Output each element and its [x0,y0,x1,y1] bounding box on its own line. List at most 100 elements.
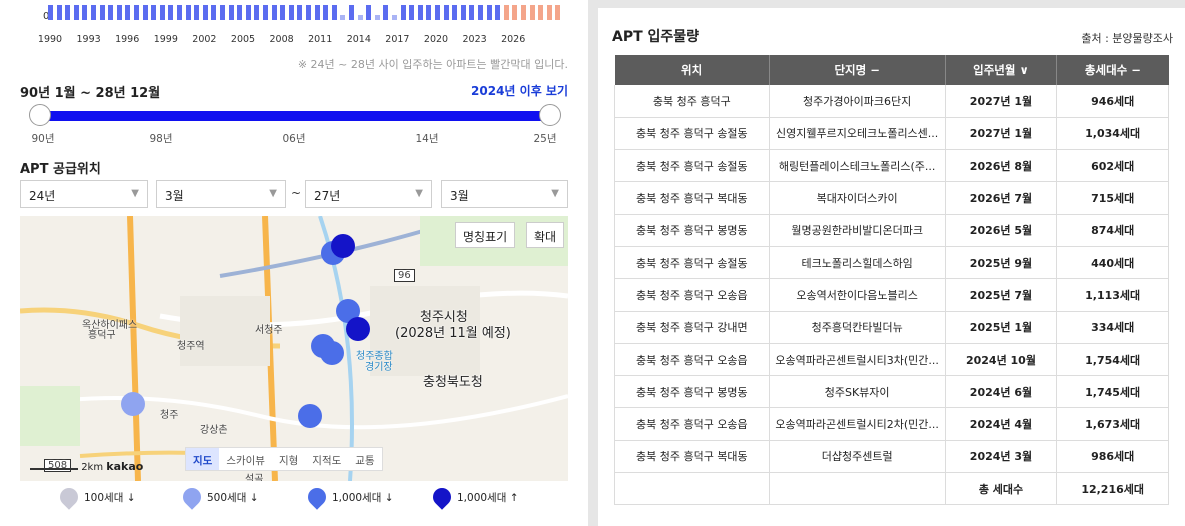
chart-bar [417,5,423,20]
right-panel: APT 입주물량 출처 : 분양물량조사 위치 단지명 − 입주년월 ∨ 총세대… [598,8,1185,526]
chart-bar [546,5,552,20]
legend-item: 1,000세대 ↑ [429,484,519,510]
chart-bar [331,5,337,20]
chart-tick-label: 1990 [37,34,63,45]
cell-location: 충북 청주 흥덕구 복대동 [614,181,770,215]
map-label-gangseo: 강상촌 [200,425,228,436]
cell-location: 충북 청주 흥덕구 송절동 [614,149,770,183]
cell-complex: 월명공원한라비발디온더파크 [769,214,946,247]
supply-location-title: APT 공급위치 [20,162,101,177]
map-type-traffic[interactable]: 교통 [348,448,381,470]
from-month-value: 3월 [165,189,184,203]
map-background [20,216,568,481]
cell-location: 충북 청주 흥덕구 복대동 [614,440,770,474]
cell-complex: 신영지웰푸르지오테크노폴리스센... [769,117,946,151]
slider-label: 06년 [282,133,306,145]
col-location[interactable]: 위치 [614,55,770,85]
table-row[interactable]: 충북 청주 흥덕구 복대동 복대자이더스카이 2026년 7월 715세대 [614,181,1169,215]
col-move-in[interactable]: 입주년월 ∨ [945,55,1058,85]
map-type-cadastral[interactable]: 지적도 [305,448,348,470]
cell-location: 충북 청주 흥덕구 봉명동 [614,375,770,409]
pin-icon [304,484,330,510]
apt-table: 위치 단지명 − 입주년월 ∨ 총세대수 − 충북 청주 흥덕구 청주가경아이파크… [614,55,1169,506]
scale-bar [30,464,78,470]
cell-households: 986세대 [1056,440,1169,474]
cell-households: 1,673세대 [1056,407,1169,441]
toggle-names-button[interactable]: 명칭표기 [455,222,516,248]
to-year-select[interactable]: 27년 ▼ [305,180,432,208]
cell-complex: 오송역서한이다음노블리스 [769,278,946,312]
chart-bar [134,5,139,20]
cell-households: 1,754세대 [1056,343,1169,377]
table-row[interactable]: 충북 청주 흥덕구 오송읍 오송역서한이다음노블리스 2025년 7월 1,113세대 [614,278,1169,312]
chart-bar [374,15,380,20]
chart-bar [202,5,208,20]
chart-bar [254,5,260,20]
apt-title: APT 입주물량 [612,29,700,45]
cell-move-in: 2024년 3월 [945,440,1058,474]
table-row[interactable]: 충북 청주 흥덕구 송절동 해링턴플레이스테크노폴리스(주... 2026년 8월 6… [614,149,1169,183]
table-row[interactable]: 충북 청주 흥덕구 오송읍 오송역파라곤센트럴시티2차(민간... 2024년 4월… [614,407,1169,441]
zoom-in-button[interactable]: 확대 [526,222,565,248]
map-type-skyview[interactable]: 스카이뷰 [219,448,272,470]
map-label-stadium2: 경기장 [365,362,393,373]
chart-bar [245,5,251,20]
view-after-2024-link[interactable]: 2024년 이후 보기 [471,82,568,99]
chart-bar [159,5,165,20]
cell-complex: 테크노폴리스힐데스하임 [769,246,946,280]
chart-bar [237,5,243,20]
chart-bar [151,5,157,20]
col-complex[interactable]: 단지명 − [769,55,946,85]
period-slider-track[interactable] [40,111,550,121]
chart-tick-label: 2023 [462,34,487,45]
table-row[interactable]: 충북 청주 흥덕구 봉명동 월명공원한라비발디온더파크 2026년 5월 874세대 [614,214,1169,247]
chart-bar [486,5,492,20]
slider-end-handle[interactable] [539,104,561,126]
map-view[interactable]: 청주시청 (2028년 11월 예정) 충청북도청 청주역 옥산하이패스 흥덕구… [20,216,568,481]
chart-bar [280,5,286,20]
chart-bar [194,5,200,20]
map-type-terrain[interactable]: 지형 [272,448,305,470]
slider-start-handle[interactable] [29,104,51,126]
map-scale: 2km kakao [30,460,143,473]
cell-move-in: 2026년 7월 [945,181,1058,215]
table-row[interactable]: 충북 청주 흥덕구 송절동 신영지웰푸르지오테크노폴리스센... 2027년 1월 1… [614,117,1169,151]
cell-households: 1,034세대 [1056,117,1169,151]
legend-label: 500세대 ↓ [207,491,259,504]
table-row[interactable]: 충북 청주 흥덕구 강내면 청주흥덕칸타빌더뉴 2025년 1월 334세대 [614,311,1169,344]
cell-empty [769,472,946,506]
cell-location: 충북 청주 흥덕구 강내면 [614,311,770,344]
chart-bar [185,5,191,20]
chart-bar [271,5,277,20]
from-month-select[interactable]: 3월 ▼ [156,180,286,208]
chevron-down-icon: ▼ [269,188,277,199]
col-households[interactable]: 총세대수 − [1056,55,1169,85]
legend-item: 100세대 ↓ [56,484,136,510]
total-label: 총 세대수 [945,472,1058,506]
legend-item: 1,000세대 ↓ [304,484,394,510]
map-label-province: 충청북도청 [423,375,483,390]
to-month-value: 3월 [450,189,469,203]
chart-bar [65,5,71,20]
chart-bar [383,5,389,20]
map-type-map[interactable]: 지도 [186,448,220,470]
chart-bar [56,5,62,20]
table-row[interactable]: 충북 청주 흥덕구 봉명동 청주SK뷰자이 2024년 6월 1,745세대 [614,375,1169,409]
to-month-select[interactable]: 3월 ▼ [441,180,568,208]
chart-tick-label: 1993 [76,34,101,45]
table-row[interactable]: 충북 청주 흥덕구 오송읍 오송역파라곤센트럴시티3차(민간... 2024년 10… [614,343,1169,377]
cell-location: 충북 청주 흥덕구 봉명동 [614,214,770,247]
cell-move-in: 2027년 1월 [945,85,1058,118]
from-year-select[interactable]: 24년 ▼ [20,180,148,208]
table-row[interactable]: 충북 청주 흥덕구 송절동 테크노폴리스힐데스하임 2025년 9월 440세대 [614,246,1169,280]
cell-move-in: 2026년 5월 [945,214,1058,247]
table-total-row: 총 세대수 12,216세대 [614,472,1169,506]
cell-move-in: 2024년 6월 [945,375,1058,409]
chart-bar [73,5,79,20]
chart-bar [168,5,174,20]
table-row[interactable]: 충북 청주 흥덕구 청주가경아이파크6단지 2027년 1월 946세대 [614,85,1169,118]
chart-tick-label: 2008 [269,34,294,45]
map-label-station: 청주역 [177,341,205,352]
table-row[interactable]: 충북 청주 흥덕구 복대동 더샵청주센트럴 2024년 3월 986세대 [614,440,1169,474]
cell-location: 충북 청주 흥덕구 송절동 [614,117,770,151]
